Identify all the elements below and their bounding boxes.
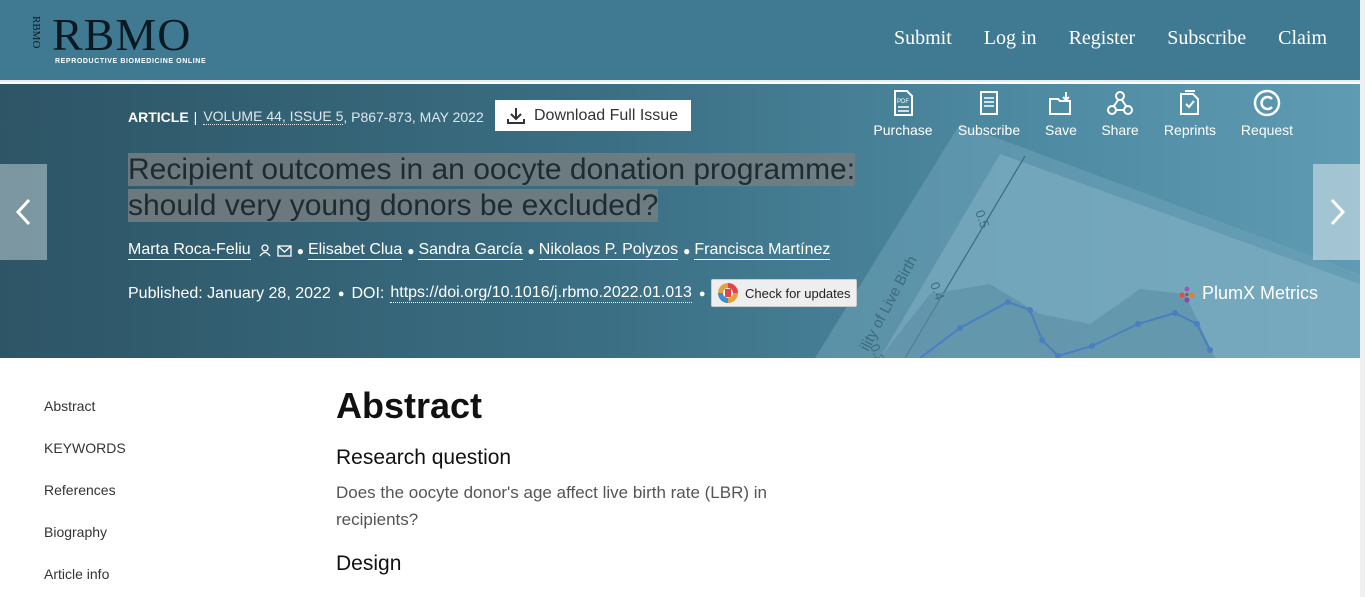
- check-updates-label: Check for updates: [745, 285, 851, 301]
- share-label: Share: [1101, 122, 1139, 138]
- request-action[interactable]: Request: [1224, 88, 1310, 138]
- author-link[interactable]: Elisabet Clua: [307, 241, 403, 260]
- rbmo-logo[interactable]: RBMO RBMO REPRODUCTIVE BIOMEDICINE ONLIN…: [30, 9, 230, 72]
- research-question-heading: Research question: [336, 446, 512, 469]
- abstract-heading: Abstract: [336, 385, 483, 426]
- article-actions: PDF Purchase Subscribe Save Share Reprin…: [866, 88, 1310, 138]
- author-link[interactable]: Marta Roca-Feliu: [128, 241, 251, 260]
- logo-main-text: RBMO: [52, 9, 192, 60]
- previous-article-button[interactable]: [0, 164, 47, 260]
- chevron-right-icon: [1330, 198, 1345, 226]
- reprints-action[interactable]: Reprints: [1156, 88, 1224, 138]
- top-navigation: Submit Log in Register Subscribe Claim: [894, 27, 1327, 50]
- author-list: Marta Roca-Feliu ● Elisabet Clua ● Sandr…: [128, 241, 831, 260]
- publication-info: Published: January 28, 2022 ● DOI: https…: [128, 284, 713, 303]
- request-label: Request: [1240, 122, 1294, 138]
- section-nav-keywords[interactable]: KEYWORDS: [44, 439, 126, 457]
- article-title-line1: Recipient outcomes in an oocyte donation…: [128, 153, 856, 186]
- author-link[interactable]: Nikolaos P. Polyzos: [538, 241, 679, 260]
- doi-label: DOI:: [351, 284, 385, 302]
- copyright-icon: [1253, 88, 1281, 118]
- subscribe-label: Subscribe: [957, 122, 1021, 138]
- subscribe-action[interactable]: Subscribe: [940, 88, 1038, 138]
- download-icon: [507, 107, 525, 124]
- crossmark-icon: [718, 283, 738, 303]
- plumx-label: PlumX Metrics: [1202, 283, 1319, 303]
- author-separator: ●: [527, 243, 535, 258]
- doi-link[interactable]: https://doi.org/10.1016/j.rbmo.2022.01.0…: [390, 284, 692, 303]
- article-title-line2: should very young donors be excluded?: [128, 189, 659, 222]
- next-article-button[interactable]: [1313, 164, 1360, 260]
- purchase-label: Purchase: [873, 122, 933, 138]
- plumx-metrics[interactable]: PlumX Metrics: [1178, 283, 1318, 304]
- author-link[interactable]: Sandra García: [418, 241, 523, 260]
- check-for-updates-button[interactable]: Check for updates: [711, 279, 857, 307]
- pdf-icon: PDF: [892, 88, 914, 118]
- article-title: Recipient outcomes in an oocyte donation…: [128, 152, 918, 224]
- svg-text:PDF: PDF: [897, 99, 909, 105]
- published-date: Published: January 28, 2022: [128, 284, 331, 302]
- pub-separator: ●: [698, 287, 706, 300]
- share-action[interactable]: Share: [1084, 88, 1156, 138]
- nav-claim[interactable]: Claim: [1278, 27, 1327, 50]
- author-contact: [259, 244, 292, 257]
- research-question-text: Does the oocyte donor's age affect live …: [336, 483, 767, 529]
- download-full-issue-button[interactable]: Download Full Issue: [495, 100, 691, 131]
- volume-link[interactable]: VOLUME 44, ISSUE 5: [203, 108, 344, 125]
- purchase-action[interactable]: PDF Purchase: [866, 88, 940, 138]
- pub-separator: ●: [337, 287, 345, 300]
- article-type: ARTICLE: [128, 108, 189, 125]
- article-content: Abstract Research question Does the oocy…: [336, 385, 816, 577]
- email-icon[interactable]: [277, 244, 292, 257]
- person-icon[interactable]: [259, 244, 271, 257]
- author-separator: ●: [296, 243, 304, 258]
- nav-login[interactable]: Log in: [984, 27, 1037, 50]
- download-label: Download Full Issue: [534, 106, 679, 124]
- chevron-left-icon: [15, 198, 30, 226]
- reprints-icon: [1178, 88, 1202, 118]
- reprints-label: Reprints: [1163, 122, 1217, 138]
- save-label: Save: [1045, 122, 1077, 138]
- pages-date: , P867-873, MAY 2022: [343, 108, 484, 125]
- section-nav-references[interactable]: References: [44, 481, 126, 499]
- site-header: RBMO RBMO REPRODUCTIVE BIOMEDICINE ONLIN…: [0, 0, 1360, 82]
- section-nav-article-info[interactable]: Article info: [44, 565, 126, 583]
- share-icon: [1106, 88, 1134, 118]
- nav-subscribe[interactable]: Subscribe: [1167, 27, 1246, 50]
- article-section-nav: Abstract KEYWORDS References Biography A…: [44, 397, 126, 597]
- logo-side-text: RBMO: [30, 16, 42, 49]
- nav-register[interactable]: Register: [1069, 27, 1136, 50]
- page-scrollbar[interactable]: [1360, 0, 1365, 597]
- save-action[interactable]: Save: [1038, 88, 1084, 138]
- author-link[interactable]: Francisca Martínez: [694, 241, 831, 260]
- plumx-icon: [1179, 286, 1195, 302]
- folder-save-icon: [1048, 88, 1074, 118]
- design-heading: Design: [336, 552, 402, 575]
- section-nav-abstract[interactable]: Abstract: [44, 397, 126, 415]
- section-nav-biography[interactable]: Biography: [44, 523, 126, 541]
- article-meta: ARTICLE | VOLUME 44, ISSUE 5 , P867-873,…: [128, 108, 484, 125]
- meta-separator: |: [193, 108, 198, 125]
- author-separator: ●: [683, 243, 691, 258]
- author-separator: ●: [407, 243, 415, 258]
- logo-subtitle: REPRODUCTIVE BIOMEDICINE ONLINE: [55, 58, 207, 65]
- article-banner: 0.5 0.4 0.3 ility of Live Birth ARTICLE …: [0, 84, 1360, 358]
- journal-icon: [979, 88, 999, 118]
- nav-submit[interactable]: Submit: [894, 27, 952, 50]
